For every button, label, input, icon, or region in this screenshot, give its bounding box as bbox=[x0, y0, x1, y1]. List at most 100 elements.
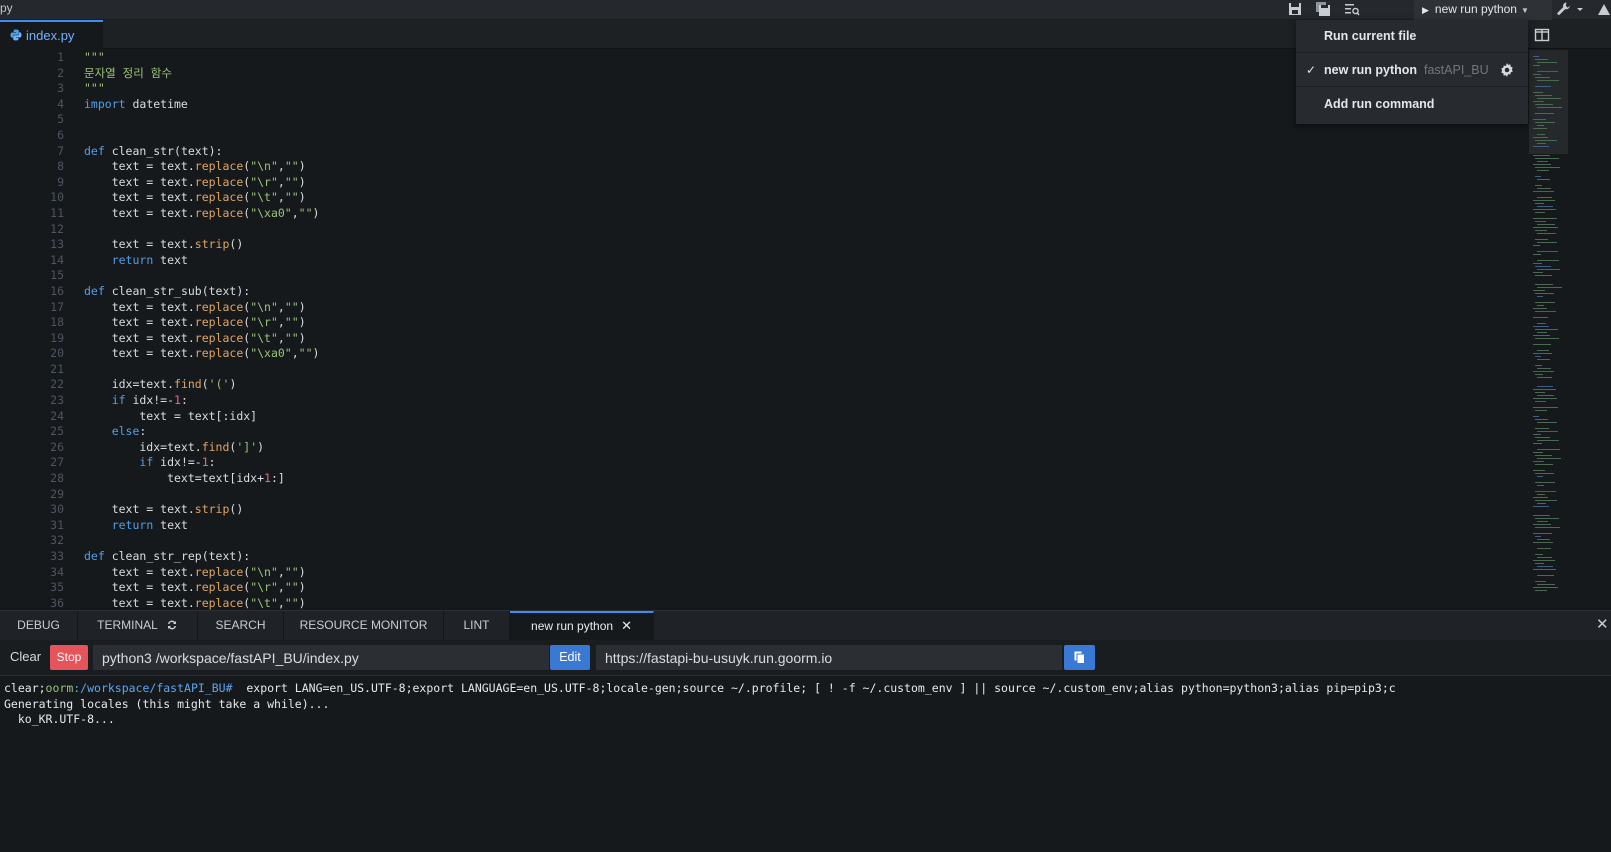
minimap-line bbox=[1535, 455, 1552, 456]
tab-index-py[interactable]: index.py bbox=[0, 20, 103, 49]
run-command-menu: Run current file ✓ new run python fastAP… bbox=[1296, 20, 1528, 124]
minimap-line bbox=[1535, 338, 1559, 339]
minimap-line bbox=[1533, 155, 1550, 156]
line-number: 32 bbox=[50, 533, 64, 548]
minimap-line bbox=[1533, 119, 1546, 120]
run-command-input[interactable] bbox=[93, 645, 549, 670]
minimap-line bbox=[1537, 80, 1559, 81]
stop-button[interactable]: Stop bbox=[50, 645, 88, 670]
tab-terminal[interactable]: TERMINAL bbox=[78, 611, 198, 640]
tab-debug[interactable]: DEBUG bbox=[0, 611, 78, 640]
minimap-line bbox=[1535, 401, 1546, 402]
tab-label: index.py bbox=[26, 28, 75, 43]
wrench-icon[interactable] bbox=[1556, 1, 1572, 17]
code-minimap[interactable] bbox=[1529, 50, 1568, 610]
minimap-line bbox=[1537, 440, 1559, 441]
line-number: 5 bbox=[57, 112, 64, 127]
minimap-line bbox=[1533, 353, 1552, 354]
minimap-line bbox=[1535, 356, 1541, 357]
minimap-line bbox=[1533, 524, 1551, 525]
minimap-line bbox=[1537, 224, 1555, 225]
line-number: 20 bbox=[50, 346, 64, 361]
close-tab-icon[interactable]: ✕ bbox=[621, 618, 632, 633]
minimap-line bbox=[1537, 350, 1549, 351]
run-toolbar: Clear Stop Edit bbox=[0, 640, 1611, 676]
line-number: 16 bbox=[50, 283, 64, 298]
chevron-down-icon: ▼ bbox=[1520, 6, 1529, 15]
run-selector-dropdown[interactable]: ▶ new run python ▼ bbox=[1414, 0, 1552, 20]
code-line: 문자열 정리 함수 bbox=[84, 65, 172, 80]
minimap-line bbox=[1535, 104, 1553, 105]
edit-button[interactable]: Edit bbox=[550, 645, 590, 670]
tab-search[interactable]: SEARCH bbox=[198, 611, 284, 640]
tab-lint[interactable]: LINT bbox=[444, 611, 510, 640]
split-view-icon[interactable] bbox=[1534, 27, 1550, 43]
line-number: 18 bbox=[50, 315, 64, 330]
menu-item-project: fastAPI_BU bbox=[1424, 63, 1489, 77]
code-line: text=text[idx+1:] bbox=[84, 471, 285, 486]
user-icon[interactable] bbox=[1596, 1, 1611, 17]
code-content[interactable]: """ 문자열 정리 함수 """ import datetime def cl… bbox=[84, 50, 1484, 610]
gear-icon[interactable] bbox=[1500, 63, 1514, 77]
minimap-line bbox=[1537, 368, 1551, 369]
minimap-line bbox=[1533, 326, 1549, 327]
line-number: 6 bbox=[57, 127, 64, 142]
top-toolbar: py ▶ new run python ▼ bbox=[0, 0, 1611, 20]
line-number: 33 bbox=[50, 549, 64, 563]
line-number: 2 bbox=[57, 65, 64, 80]
close-panel-icon[interactable]: ✕ bbox=[1596, 615, 1609, 633]
minimap-line bbox=[1535, 284, 1553, 285]
line-number: 17 bbox=[50, 299, 64, 314]
code-line: text = text.replace("\n","") bbox=[84, 299, 306, 314]
minimap-line bbox=[1537, 485, 1544, 486]
clear-button[interactable]: Clear bbox=[10, 649, 41, 664]
minimap-line bbox=[1533, 407, 1558, 408]
code-line: return text bbox=[111, 517, 188, 532]
code-editor[interactable]: 1 2 3 4 5 6 7 8 9 10 11 12 13 14 15 16 17 18 19 20 21 22 23 24 2… bbox=[0, 50, 1568, 610]
minimap-line bbox=[1535, 581, 1546, 582]
minimap-line bbox=[1535, 86, 1551, 87]
minimap-line bbox=[1537, 179, 1550, 180]
run-url-input[interactable] bbox=[596, 645, 1062, 670]
code-line: else: bbox=[111, 424, 147, 439]
code-line: """ bbox=[84, 50, 105, 64]
minimap-line bbox=[1533, 200, 1555, 201]
minimap-line bbox=[1535, 464, 1553, 465]
minimap-line bbox=[1535, 266, 1551, 267]
code-line: text = text.replace("\xa0","") bbox=[84, 346, 320, 361]
wrench-dropdown-caret-icon[interactable] bbox=[1576, 1, 1584, 17]
line-number: 15 bbox=[50, 268, 64, 283]
minimap-line bbox=[1535, 221, 1546, 222]
tab-new-run-python[interactable]: new run python ✕ bbox=[510, 611, 654, 640]
minimap-line bbox=[1535, 392, 1545, 393]
minimap-line bbox=[1533, 542, 1553, 543]
minimap-line bbox=[1533, 434, 1541, 435]
run-selector-label: new run python bbox=[1434, 2, 1517, 16]
minimap-line bbox=[1535, 428, 1549, 429]
minimap-line bbox=[1533, 74, 1541, 75]
refresh-icon[interactable] bbox=[166, 619, 178, 631]
tab-resource-monitor[interactable]: RESOURCE MONITOR bbox=[284, 611, 444, 640]
copy-url-button[interactable] bbox=[1064, 645, 1095, 670]
minimap-line bbox=[1535, 437, 1550, 438]
menu-item-add-run-command[interactable]: Add run command bbox=[1296, 88, 1528, 121]
copy-icon bbox=[1074, 651, 1085, 664]
minimap-line bbox=[1535, 518, 1559, 519]
minimap-line bbox=[1535, 176, 1541, 177]
code-line: text = text.replace("\t","") bbox=[84, 190, 306, 205]
minimap-line bbox=[1537, 242, 1557, 243]
menu-item-run-current-file[interactable]: Run current file bbox=[1296, 20, 1528, 53]
save-icon[interactable] bbox=[1287, 1, 1303, 17]
minimap-line bbox=[1533, 569, 1556, 570]
find-in-files-icon[interactable] bbox=[1344, 1, 1360, 17]
minimap-line bbox=[1535, 500, 1557, 501]
menu-item-new-run-python[interactable]: ✓ new run python fastAPI_BU bbox=[1296, 54, 1528, 87]
terminal-output[interactable]: clear;oorm:/workspace/fastAPI_BU# export… bbox=[0, 677, 1611, 852]
minimap-line bbox=[1537, 323, 1546, 324]
save-all-icon[interactable] bbox=[1315, 1, 1331, 17]
minimap-line bbox=[1533, 209, 1556, 210]
minimap-line bbox=[1535, 185, 1542, 186]
minimap-line bbox=[1537, 449, 1560, 450]
